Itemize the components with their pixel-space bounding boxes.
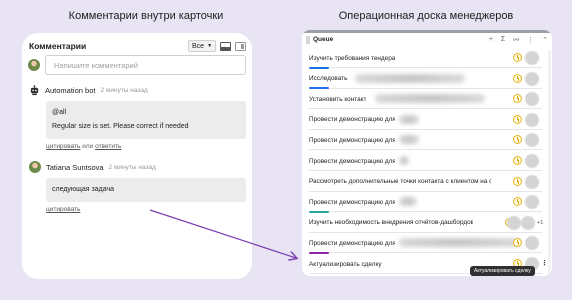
arrow-connector bbox=[149, 209, 572, 300]
